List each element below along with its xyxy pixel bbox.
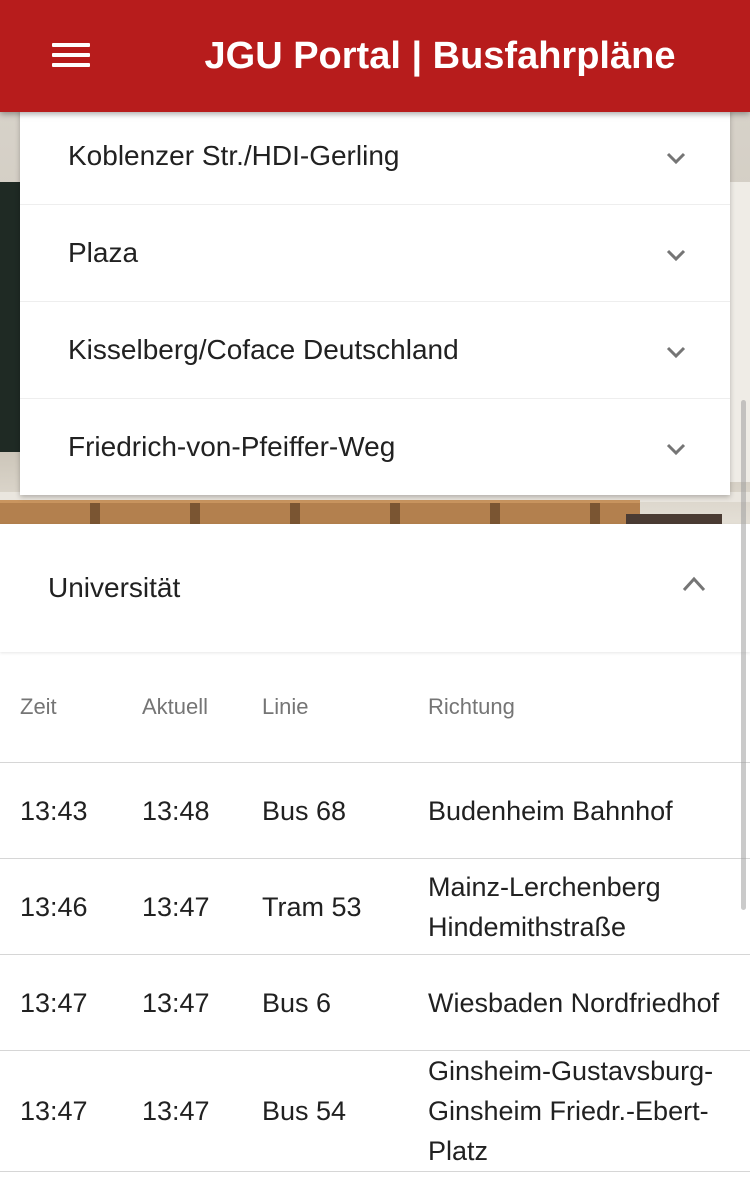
scrollbar[interactable] xyxy=(741,400,746,910)
table-row: 13:46 13:47 Tram 53 Mainz-Lerchenberg Hi… xyxy=(0,858,750,955)
cell-linie: Tram 53 xyxy=(262,858,428,955)
cell-aktuell: 13:47 xyxy=(142,858,262,955)
cell-zeit: 13:43 xyxy=(0,762,142,859)
chevron-down-icon xyxy=(666,346,686,359)
stop-accordion: Koblenzer Str./HDI-Gerling Plaza Kisselb… xyxy=(20,108,730,495)
seats-decoration xyxy=(0,500,640,524)
app-screen: JGU Portal | Busfahrpläne Koblenzer Str.… xyxy=(0,0,750,1200)
stop-item-universitaet[interactable]: Universität xyxy=(0,524,750,652)
stop-label: Plaza xyxy=(68,237,139,268)
cell-richtung: Ginsheim-Gustavsburg-Ginsheim Friedr.-Eb… xyxy=(428,1050,750,1172)
chevron-down-icon xyxy=(666,443,686,456)
table-row: 13:47 13:47 Bus 54 Ginsheim-Gustavsburg-… xyxy=(0,1050,750,1172)
stop-item-kisselberg[interactable]: Kisselberg/Coface Deutschland xyxy=(20,302,730,399)
departures-table: Zeit Aktuell Linie Richtung 13:43 13:48 … xyxy=(0,652,750,1172)
stop-label: Universität xyxy=(48,572,181,603)
cell-aktuell: 13:47 xyxy=(142,954,262,1051)
stop-item-friedrich-von-pfeiffer-weg[interactable]: Friedrich-von-Pfeiffer-Weg xyxy=(20,399,730,495)
desk-decoration xyxy=(626,514,722,524)
cell-aktuell: 13:48 xyxy=(142,762,262,859)
cell-richtung: Budenheim Bahnhof xyxy=(428,762,750,859)
stop-label: Kisselberg/Coface Deutschland xyxy=(68,334,459,365)
column-header-richtung: Richtung xyxy=(428,652,750,763)
cell-zeit: 13:46 xyxy=(0,858,142,955)
stop-label: Friedrich-von-Pfeiffer-Weg xyxy=(68,431,396,462)
column-header-aktuell: Aktuell xyxy=(142,652,262,763)
stop-item-koblenzer-str[interactable]: Koblenzer Str./HDI-Gerling xyxy=(20,108,730,205)
cell-richtung: Wiesbaden Nordfriedhof xyxy=(428,954,750,1051)
expanded-stop-section: Universität Zeit Aktuell Linie Richtung … xyxy=(0,524,750,1200)
chevron-up-icon xyxy=(682,576,706,592)
stop-label: Koblenzer Str./HDI-Gerling xyxy=(68,140,400,171)
column-header-linie: Linie xyxy=(262,652,428,763)
table-row: 13:47 13:47 Bus 6 Wiesbaden Nordfriedhof xyxy=(0,954,750,1051)
table-header-row: Zeit Aktuell Linie Richtung xyxy=(0,652,750,763)
stop-item-plaza[interactable]: Plaza xyxy=(20,205,730,302)
page-title: JGU Portal | Busfahrpläne xyxy=(204,35,676,77)
app-bar: JGU Portal | Busfahrpläne xyxy=(0,0,750,112)
cell-linie: Bus 6 xyxy=(262,954,428,1051)
cell-zeit: 13:47 xyxy=(0,954,142,1051)
chevron-down-icon xyxy=(666,249,686,262)
cell-aktuell: 13:47 xyxy=(142,1050,262,1172)
cell-richtung: Mainz-Lerchenberg Hindemithstraße xyxy=(428,858,750,955)
cell-linie: Bus 54 xyxy=(262,1050,428,1172)
table-row: 13:43 13:48 Bus 68 Budenheim Bahnhof xyxy=(0,762,750,859)
column-header-zeit: Zeit xyxy=(0,652,142,763)
hamburger-menu-icon[interactable] xyxy=(52,40,92,70)
cell-linie: Bus 68 xyxy=(262,762,428,859)
chevron-down-icon xyxy=(666,152,686,165)
cell-zeit: 13:47 xyxy=(0,1050,142,1172)
